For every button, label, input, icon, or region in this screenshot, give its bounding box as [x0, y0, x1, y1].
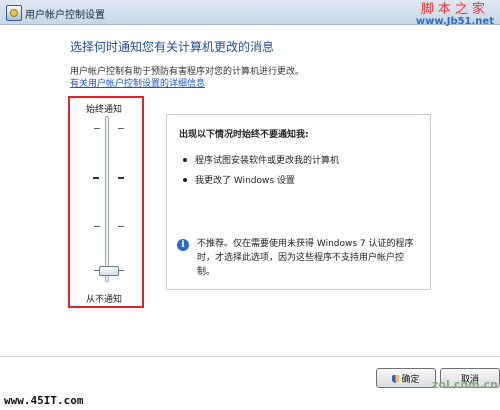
slider-tick — [93, 177, 99, 179]
slider-tick — [94, 226, 100, 227]
window-title: 用户帐户控制设置 — [25, 10, 105, 21]
slider-top-label: 始终通知 — [86, 105, 123, 115]
notification-slider-track[interactable] — [105, 116, 109, 282]
slider-tick — [118, 177, 124, 179]
bullet-text: 程序试图安装软件或更改我的计算机 — [195, 156, 340, 166]
panel-bullet: 我更改了 Windows 设置 — [183, 173, 295, 186]
slider-tick — [94, 128, 100, 129]
page-title: 选择何时通知您有关计算机更改的消息 — [70, 40, 275, 54]
footer-divider — [0, 356, 500, 357]
details-link[interactable]: 有关用户帐户控制设置的详细信息 — [70, 76, 205, 89]
watermark-top-right: 脚本之家 www.Jb51.net — [415, 2, 494, 28]
slider-bottom-label: 从不通知 — [86, 295, 123, 305]
setting-description-panel: 出现以下情况时始终不要通知我: 程序试图安装软件或更改我的计算机 我更改了 Wi… — [166, 114, 431, 290]
bullet-text: 我更改了 Windows 设置 — [195, 176, 295, 186]
slider-tick — [118, 128, 124, 129]
panel-title: 出现以下情况时始终不要通知我: — [179, 130, 309, 140]
uac-settings-window: 用户帐户控制设置 脚本之家 www.Jb51.net 选择何时通知您有关计算机更… — [0, 0, 500, 410]
watermark-bottom-left: www.45IT.com — [4, 394, 84, 407]
bullet-dot — [183, 178, 187, 182]
title-bar: 用户帐户控制设置 脚本之家 www.Jb51.net — [0, 0, 500, 28]
recommendation-note: 不推荐。仅在需要使用未获得 Windows 7 认证的程序时，才选择此选项，因为… — [197, 239, 414, 277]
uac-window-icon — [6, 5, 22, 21]
watermark-bottom-right: zol.com.cn — [432, 378, 498, 391]
panel-bullet: 程序试图安装软件或更改我的计算机 — [183, 153, 339, 166]
notification-slider-thumb[interactable] — [99, 266, 119, 276]
info-icon: i — [177, 239, 189, 251]
watermark-url: www.Jb51.net — [415, 16, 494, 27]
slider-tick — [118, 226, 124, 227]
bullet-dot — [183, 158, 187, 162]
watermark-cn: 脚本之家 — [420, 2, 489, 17]
